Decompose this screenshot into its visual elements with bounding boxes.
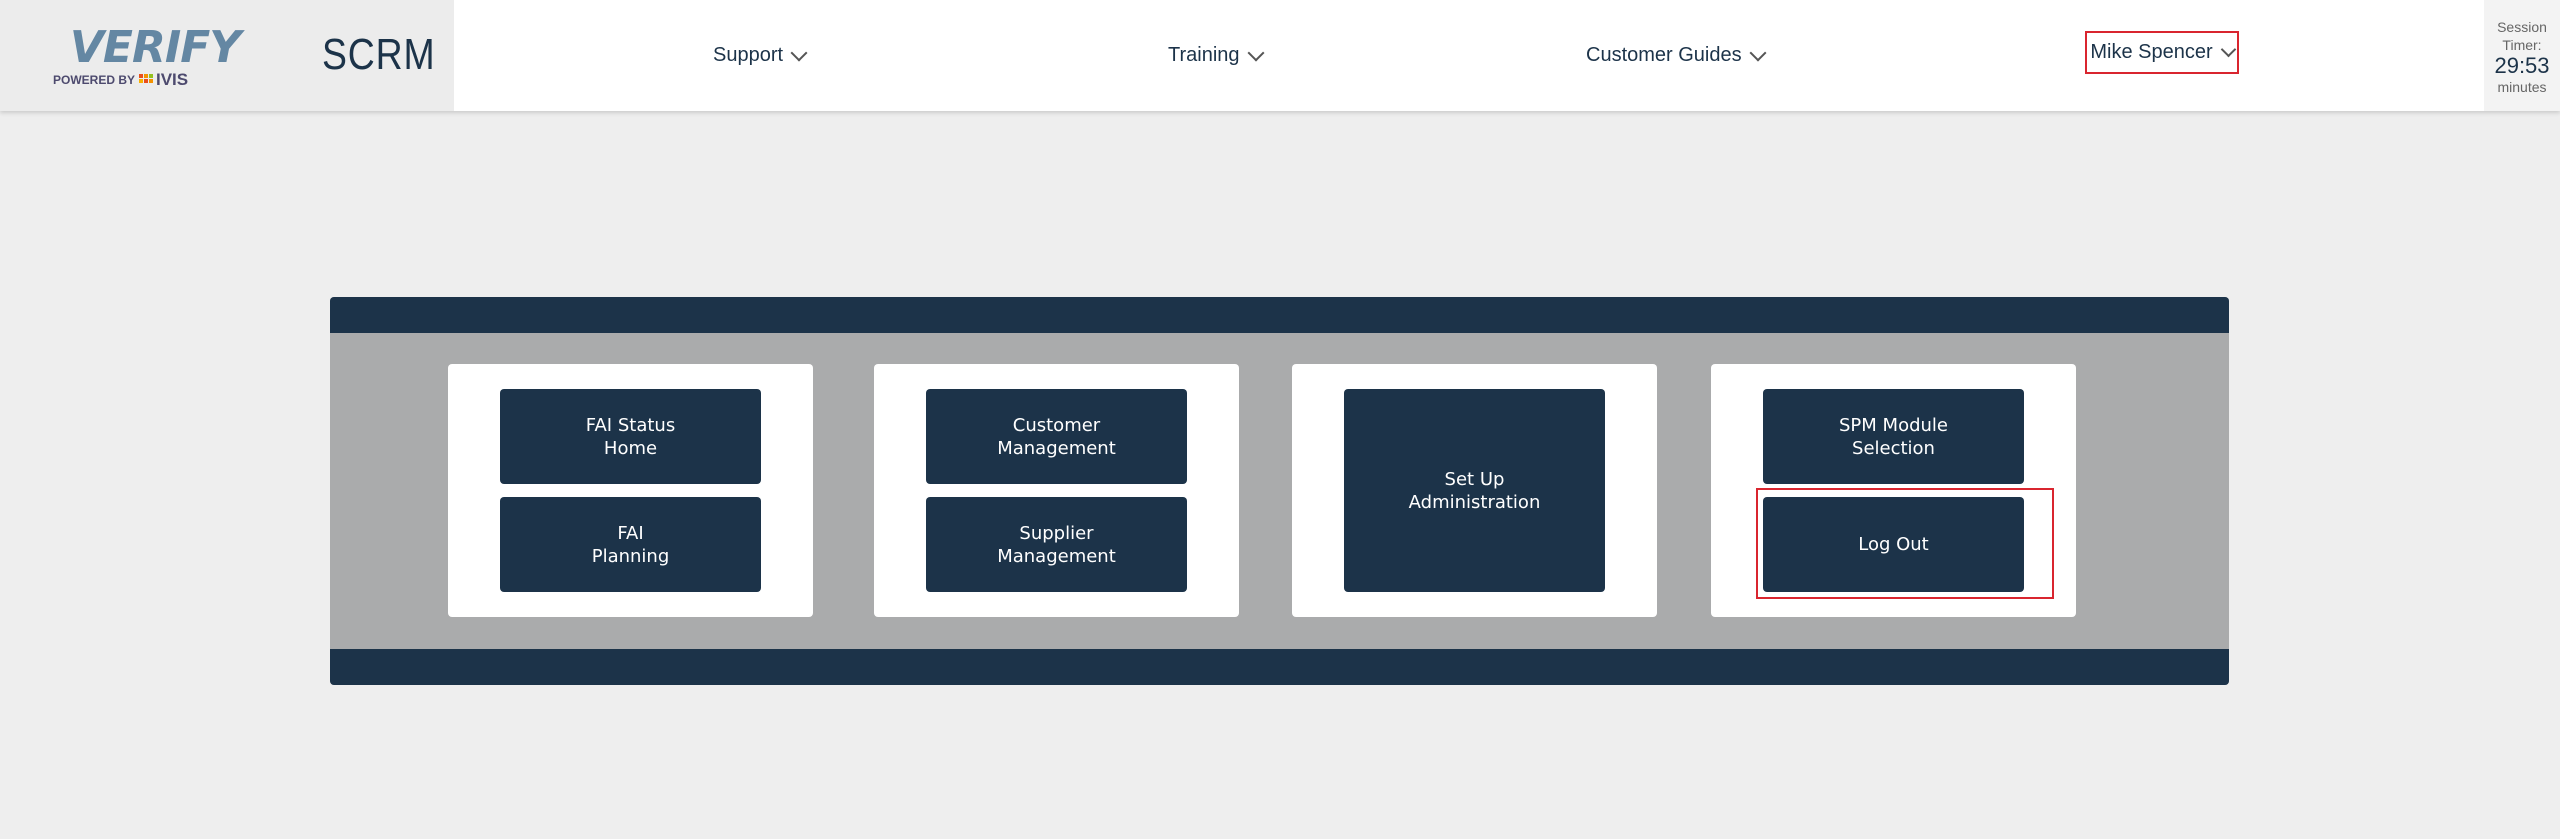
- fai-status-home-button[interactable]: FAI Status Home: [500, 389, 761, 484]
- svg-text:VERIFY: VERIFY: [70, 22, 245, 73]
- chevron-down-icon: [1749, 44, 1767, 61]
- nav-training[interactable]: Training: [1168, 0, 1265, 111]
- svg-text:IVIS: IVIS: [156, 70, 188, 89]
- top-header: VERIFY POWERED BY IVIS SCRM Support Trai…: [0, 0, 2560, 111]
- user-name: Mike Spencer: [2090, 41, 2213, 63]
- card-management: Customer Management Supplier Management: [874, 364, 1239, 617]
- card-fai: FAI Status Home FAI Planning: [448, 364, 813, 617]
- setup-administration-button[interactable]: Set Up Administration: [1344, 389, 1605, 592]
- spm-module-selection-button[interactable]: SPM Module Selection: [1763, 389, 2024, 484]
- user-menu[interactable]: Mike Spencer: [2085, 31, 2239, 74]
- svg-text:POWERED BY: POWERED BY: [53, 73, 135, 87]
- logo-area: VERIFY POWERED BY IVIS SCRM: [0, 0, 454, 111]
- card-setup: Set Up Administration: [1292, 364, 1657, 617]
- chevron-down-icon: [2220, 41, 2236, 58]
- nav-support[interactable]: Support: [713, 0, 808, 111]
- nav-customer-guides[interactable]: Customer Guides: [1586, 0, 1767, 111]
- nav-label: Training: [1168, 44, 1240, 66]
- nav-label: Customer Guides: [1586, 44, 1742, 66]
- panel-bottom-bar: [330, 649, 2229, 685]
- supplier-management-button[interactable]: Supplier Management: [926, 497, 1187, 592]
- session-timer: Session Timer: 29:53 minutes: [2484, 0, 2560, 111]
- log-out-highlight: [1756, 488, 2054, 599]
- panel-top-bar: [330, 297, 2229, 333]
- app-name: SCRM: [322, 30, 436, 79]
- chevron-down-icon: [790, 44, 808, 61]
- timer-label: Session: [2497, 19, 2547, 35]
- timer-value: 29:53: [2494, 53, 2550, 78]
- nav-label: Support: [713, 44, 784, 66]
- customer-management-button[interactable]: Customer Management: [926, 389, 1187, 484]
- fai-planning-button[interactable]: FAI Planning: [500, 497, 761, 592]
- timer-unit: minutes: [2497, 79, 2547, 95]
- verify-logo[interactable]: VERIFY POWERED BY IVIS: [40, 20, 270, 90]
- chevron-down-icon: [1247, 44, 1265, 61]
- timer-label: Timer:: [2502, 37, 2542, 53]
